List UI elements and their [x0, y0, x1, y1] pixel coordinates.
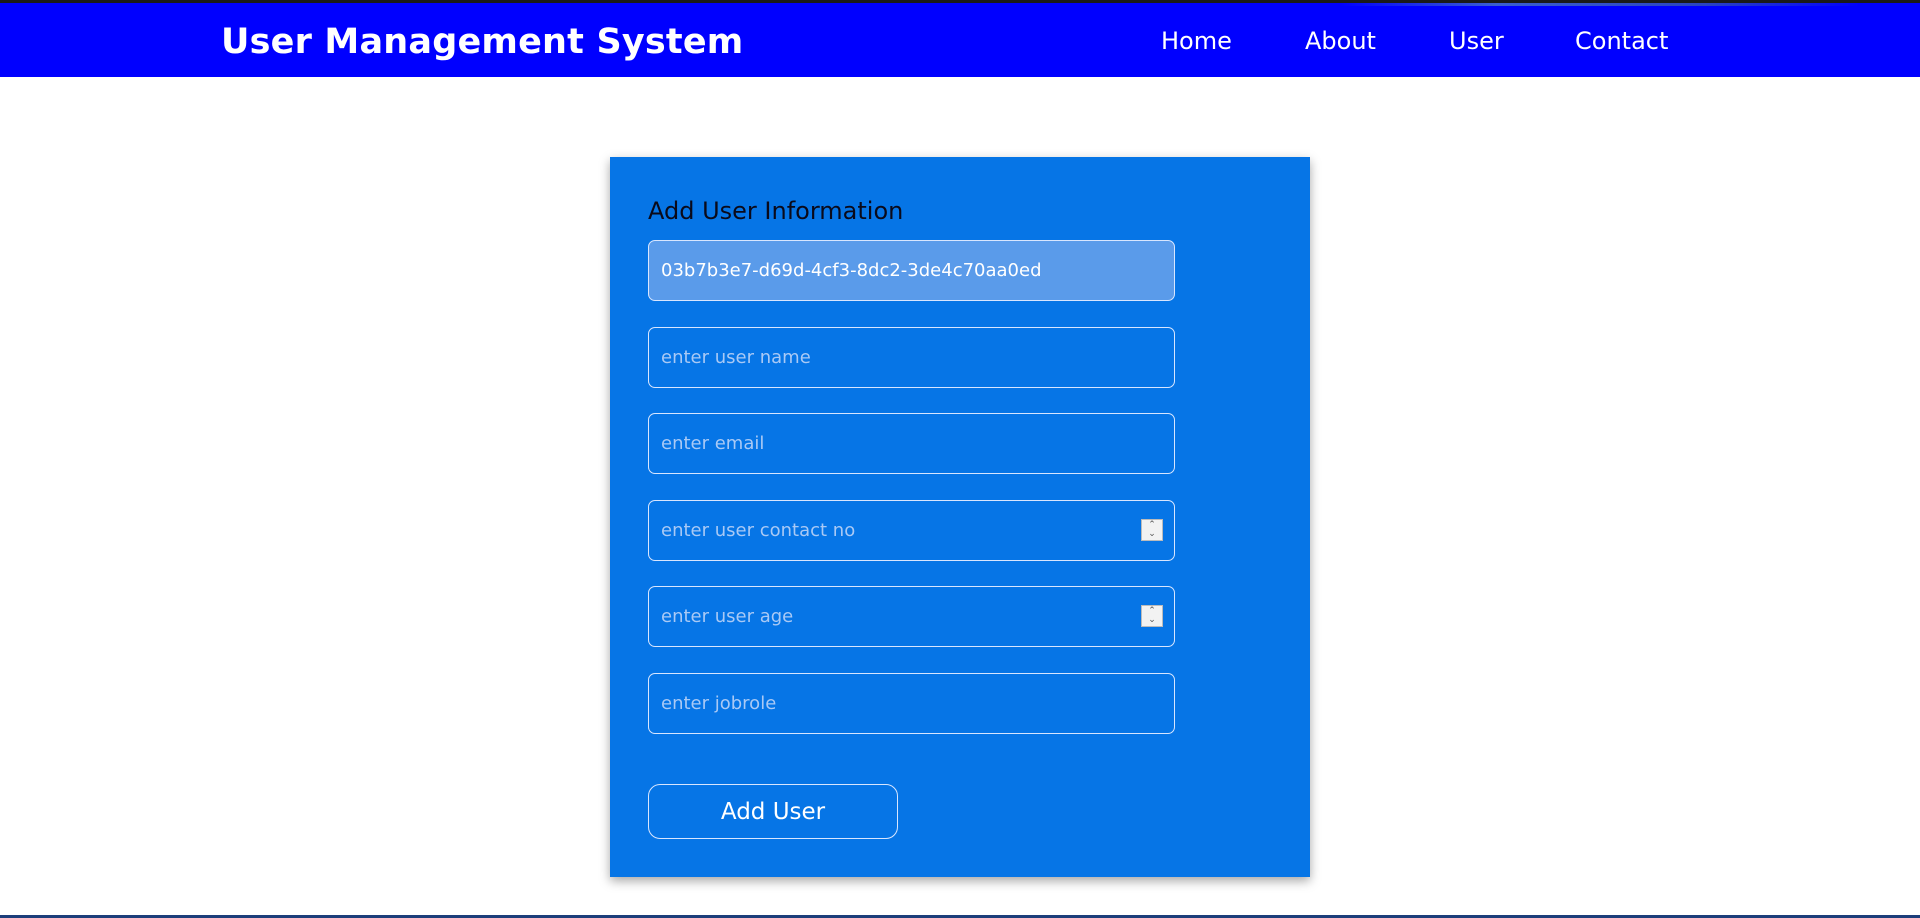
brand-title: User Management System — [221, 22, 744, 62]
stepper-down-icon[interactable]: ⌄ — [1148, 616, 1156, 625]
age-field-wrapper: ⌃ ⌄ — [648, 586, 1175, 647]
nav-link-user[interactable]: User — [1449, 27, 1504, 55]
contact-field-wrapper: ⌃ ⌄ — [648, 500, 1175, 561]
user-id-field[interactable] — [648, 240, 1175, 301]
navbar-decoration — [1340, 3, 1860, 6]
email-input[interactable] — [648, 413, 1175, 474]
add-user-button[interactable]: Add User — [648, 784, 898, 839]
contact-number-input[interactable] — [648, 500, 1175, 561]
stepper-down-icon[interactable]: ⌄ — [1148, 530, 1156, 539]
add-user-card: Add User Information ⌃ ⌄ ⌃ ⌄ Add User — [610, 157, 1310, 877]
nav-link-contact[interactable]: Contact — [1575, 27, 1668, 55]
username-input[interactable] — [648, 327, 1175, 388]
top-navbar: User Management System Home About User C… — [0, 0, 1920, 77]
jobrole-input[interactable] — [648, 673, 1175, 734]
nav-link-home[interactable]: Home — [1161, 27, 1232, 55]
age-input[interactable] — [648, 586, 1175, 647]
contact-stepper-icon[interactable]: ⌃ ⌄ — [1141, 519, 1163, 541]
form-title: Add User Information — [648, 197, 904, 225]
age-stepper-icon[interactable]: ⌃ ⌄ — [1141, 605, 1163, 627]
nav-link-about[interactable]: About — [1305, 27, 1376, 55]
